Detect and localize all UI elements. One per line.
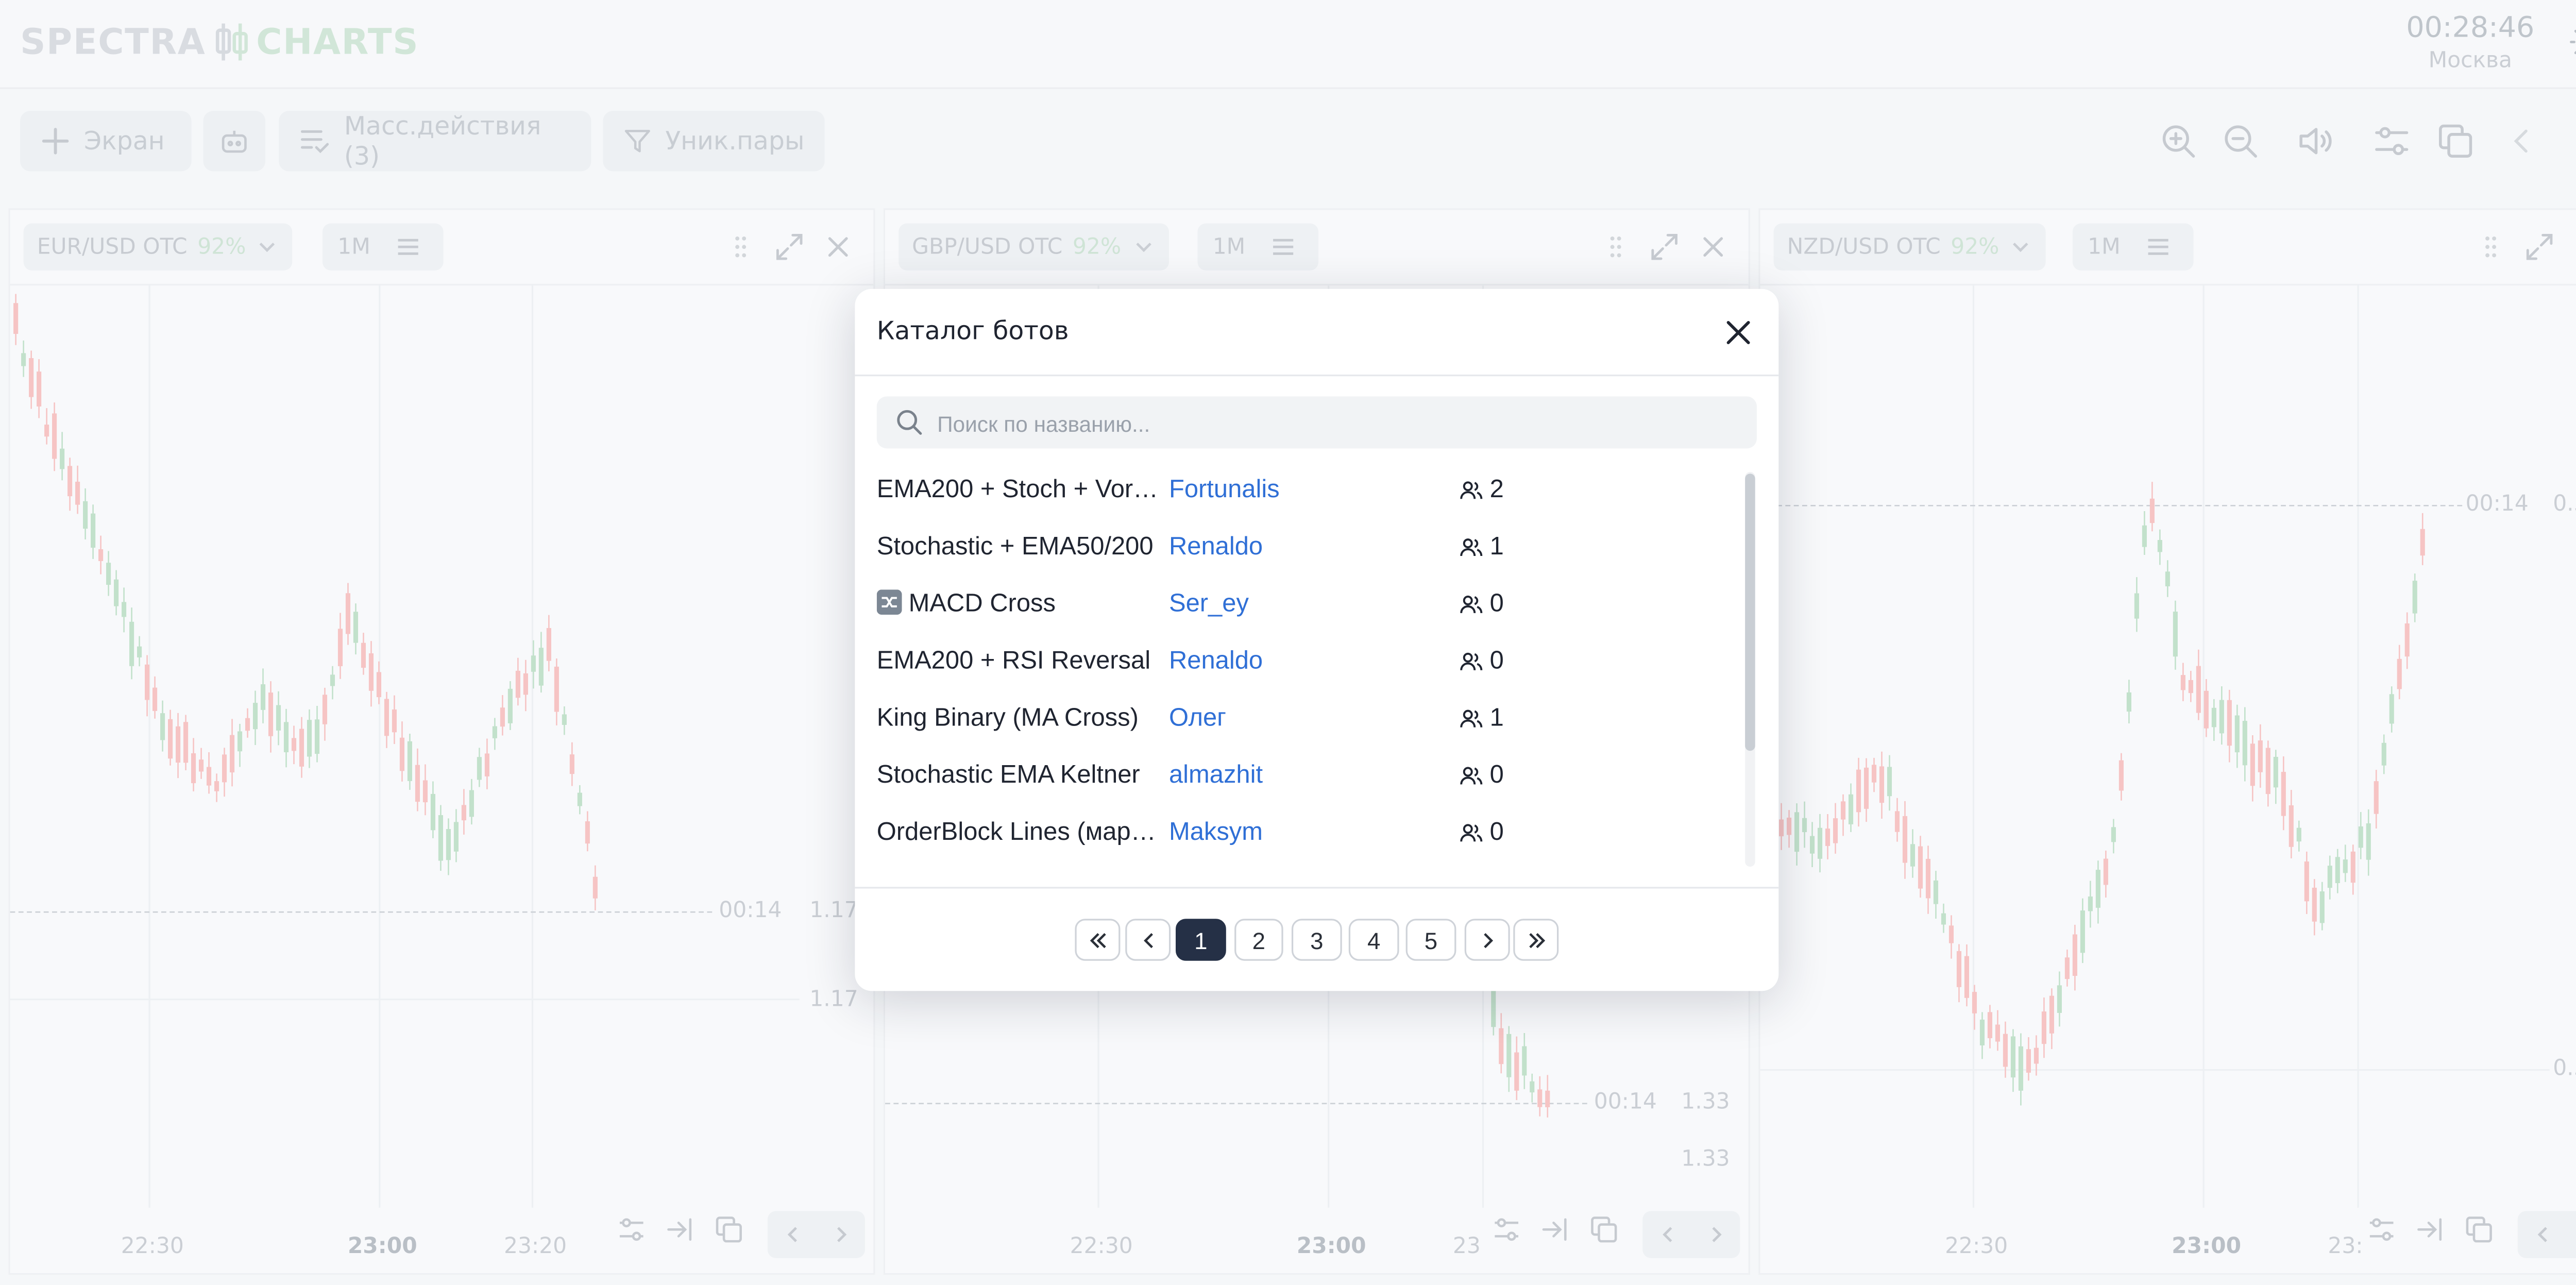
page-button-3[interactable]: 3 <box>1291 919 1342 961</box>
page-button-2[interactable]: 2 <box>1234 919 1283 961</box>
double-chevron-right-icon <box>1528 932 1545 948</box>
bot-name[interactable]: OrderBlock Lines (маркер) <box>877 818 1162 847</box>
bot-users: 0 <box>1460 761 1504 789</box>
bot-users: 0 <box>1460 647 1504 675</box>
bot-author-link[interactable]: Олег <box>1169 704 1226 732</box>
first-page-button[interactable] <box>1075 919 1121 961</box>
bot-users: 1 <box>1460 704 1504 732</box>
bot-users: 0 <box>1460 589 1504 618</box>
bot-name: MACD Cross <box>908 589 1056 618</box>
bot-name[interactable]: EMA200 + RSI Reversal <box>877 647 1162 675</box>
bot-author-link[interactable]: Fortunalis <box>1169 476 1280 504</box>
bot-name[interactable]: EMA200 + Stoch + Vortex <box>877 476 1162 504</box>
bot-row[interactable]: EMA200 + RSI Reversal Renaldo 0 <box>877 635 1734 692</box>
modal-header: Каталог ботов <box>855 289 1779 377</box>
close-icon[interactable] <box>1722 316 1755 349</box>
last-page-button[interactable] <box>1513 919 1559 961</box>
pagination: 1 2 3 4 5 <box>855 887 1779 991</box>
prev-page-button[interactable] <box>1125 919 1171 961</box>
bot-list: EMA200 + Stoch + Vortex Fortunalis 2 Sto… <box>855 460 1778 867</box>
bot-users-count: 0 <box>1489 760 1504 790</box>
search-input[interactable] <box>934 396 1730 452</box>
bot-row[interactable]: King Binary (MA Cross) Олег 1 <box>877 692 1734 749</box>
bot-author-link[interactable]: almazhit <box>1169 761 1263 789</box>
bot-row[interactable]: OrderBlock Lines (маркер) Maksym 0 <box>877 806 1734 864</box>
search-icon <box>897 410 922 435</box>
users-icon <box>1460 652 1483 670</box>
bot-users-count: 1 <box>1489 703 1504 733</box>
bot-catalog-modal: Каталог ботов EMA200 + Stoch + Vortex Fo… <box>855 289 1779 991</box>
bot-author-link[interactable]: Maksym <box>1169 818 1263 847</box>
users-icon <box>1460 766 1483 784</box>
bot-users-count: 1 <box>1489 532 1504 561</box>
bot-users: 1 <box>1460 532 1504 561</box>
users-icon <box>1460 823 1483 841</box>
bot-row[interactable]: Stochastic EMA Keltner almazhit 0 <box>877 749 1734 806</box>
shuffle-badge-icon <box>876 589 902 615</box>
page-button-1[interactable]: 1 <box>1176 919 1226 961</box>
page-button-4[interactable]: 4 <box>1348 919 1399 961</box>
bot-row[interactable]: Stochastic + EMA50/200 Renaldo 1 <box>877 521 1734 578</box>
chevron-right-icon <box>1483 932 1493 948</box>
bot-users: 2 <box>1460 476 1504 504</box>
bot-name-wrap[interactable]: MACD Cross <box>876 589 1162 618</box>
bot-author-link[interactable]: Renaldo <box>1169 532 1263 561</box>
bot-users: 0 <box>1460 818 1504 847</box>
bot-users-count: 0 <box>1489 589 1504 618</box>
scrollbar-thumb[interactable] <box>1745 474 1755 751</box>
bot-row[interactable]: EMA200 + Stoch + Vortex Fortunalis 2 <box>877 464 1734 521</box>
next-page-button[interactable] <box>1464 919 1510 961</box>
users-icon <box>1460 595 1483 613</box>
users-icon <box>1460 709 1483 727</box>
bot-author-link[interactable]: Ser_ey <box>1169 589 1249 618</box>
chevron-left-icon <box>1143 932 1153 948</box>
bot-name[interactable]: King Binary (MA Cross) <box>877 704 1162 732</box>
bot-name[interactable]: Stochastic EMA Keltner <box>877 761 1162 789</box>
page-button-5[interactable]: 5 <box>1405 919 1456 961</box>
bot-author-link[interactable]: Renaldo <box>1169 647 1263 675</box>
bot-users-count: 0 <box>1489 647 1504 675</box>
app-root: SPECTRA CHARTS 00:28:46 Москва Экран Мас… <box>0 0 2576 1285</box>
bot-users-count: 0 <box>1489 818 1504 847</box>
bot-users-count: 2 <box>1489 475 1504 504</box>
bot-row[interactable]: MACD Cross Ser_ey 0 <box>876 578 1734 635</box>
modal-title: Каталог ботов <box>876 315 1069 346</box>
users-icon <box>1460 537 1483 555</box>
search-box <box>876 396 1757 452</box>
bot-name[interactable]: Stochastic + EMA50/200 <box>877 532 1162 561</box>
users-icon <box>1460 480 1483 498</box>
double-chevron-left-icon <box>1089 932 1106 948</box>
